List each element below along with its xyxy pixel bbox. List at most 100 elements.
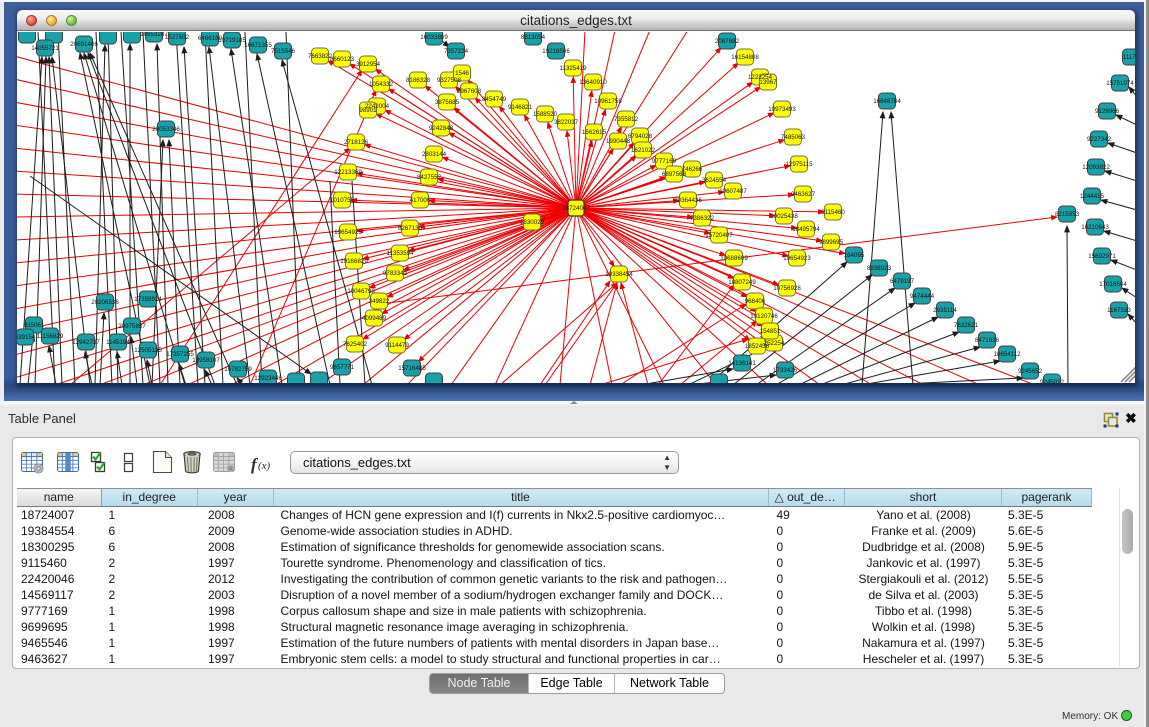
svg-text:1010755: 1010755	[330, 197, 355, 204]
svg-text:20691406: 20691406	[70, 41, 98, 48]
svg-text:6479197: 6479197	[890, 278, 915, 285]
svg-text:7632621: 7632621	[954, 322, 979, 329]
svg-text:9114479: 9114479	[385, 342, 409, 349]
svg-text:968406: 968406	[745, 298, 766, 305]
svg-text:8427552: 8427552	[417, 174, 442, 181]
svg-text:8215953: 8215953	[1055, 211, 1080, 218]
svg-text:16671355: 16671355	[244, 42, 272, 49]
svg-text:16033809: 16033809	[420, 34, 448, 41]
svg-text:9783342: 9783342	[383, 270, 408, 277]
svg-text:17357255: 17357255	[166, 351, 194, 358]
svg-text:12093822: 12093822	[1082, 164, 1110, 171]
svg-text:14136141: 14136141	[728, 360, 756, 367]
svg-text:3912954: 3912954	[356, 61, 381, 68]
svg-text:2967608: 2967608	[457, 88, 482, 95]
svg-text:10025438: 10025438	[770, 213, 798, 220]
svg-text:12942737: 12942737	[72, 339, 100, 346]
svg-text:8660123: 8660123	[330, 56, 355, 63]
svg-text:10120746: 10120746	[750, 313, 778, 320]
svg-text:12923446: 12923446	[254, 375, 282, 382]
svg-text:7663822: 7663822	[308, 53, 333, 60]
svg-text:1990448: 1990448	[606, 138, 631, 145]
svg-text:10688609: 10688609	[720, 255, 748, 262]
svg-text:8471626: 8471626	[975, 337, 1000, 344]
svg-text:7357224: 7357224	[444, 48, 469, 55]
svg-text:154851: 154851	[760, 328, 781, 335]
svg-text:11325419: 11325419	[559, 65, 587, 72]
svg-text:1244415: 1244415	[1080, 193, 1105, 200]
svg-text:835061: 835061	[24, 322, 45, 329]
svg-text:8267130: 8267130	[398, 225, 423, 232]
svg-text:20364436: 20364436	[674, 197, 702, 204]
svg-text:20053346: 20053346	[152, 126, 180, 133]
svg-text:19218506: 19218506	[542, 48, 570, 55]
svg-text:9242848: 9242848	[429, 125, 454, 132]
svg-text:11172: 11172	[1123, 54, 1135, 61]
svg-text:9115460: 9115460	[821, 209, 845, 216]
svg-text:16210643: 16210643	[1081, 224, 1109, 231]
svg-text:19166829: 19166829	[340, 258, 368, 265]
svg-text:19654925: 19654925	[334, 229, 362, 236]
svg-text:11353594: 11353594	[386, 250, 414, 257]
svg-text:13640910: 13640910	[579, 79, 607, 86]
svg-text:4099489: 4099489	[362, 315, 387, 322]
svg-text:10046798: 10046798	[347, 288, 375, 295]
svg-text:15720407: 15720407	[705, 232, 733, 239]
svg-text:1733426: 1733426	[773, 367, 798, 374]
svg-text:9327508: 9327508	[437, 77, 462, 84]
svg-text:10961758: 10961758	[594, 98, 622, 105]
svg-text:8938923: 8938923	[867, 265, 892, 272]
svg-text:6897568: 6897568	[662, 171, 687, 178]
svg-text:7625402: 7625402	[343, 341, 368, 348]
svg-text:1546: 1546	[455, 70, 469, 77]
svg-text:1527602: 1527602	[165, 34, 190, 41]
svg-text:(x): (x)	[258, 460, 271, 472]
svg-text:10958107: 10958107	[192, 357, 220, 364]
svg-text:1167533: 1167533	[1107, 307, 1131, 314]
svg-text:2803144: 2803144	[422, 151, 447, 158]
svg-text:2718126: 2718126	[344, 139, 369, 146]
svg-text:10756928: 10756928	[773, 285, 801, 292]
svg-text:9129966: 9129966	[1095, 108, 1120, 115]
svg-text:1562615: 1562615	[582, 129, 607, 136]
svg-text:252254: 252254	[764, 340, 785, 347]
svg-text:9657771: 9657771	[330, 364, 355, 371]
svg-text:1054332: 1054332	[369, 81, 394, 88]
svg-text:9474444: 9474444	[910, 293, 935, 300]
svg-text:7485063: 7485063	[781, 134, 806, 141]
svg-text:3624554: 3624554	[702, 177, 727, 184]
svg-text:16782759: 16782759	[224, 366, 252, 373]
svg-text:19338454: 19338454	[605, 271, 633, 278]
svg-text:8186328: 8186328	[406, 77, 431, 84]
svg-text:15751074: 15751074	[1106, 80, 1134, 87]
svg-text:17016504: 17016504	[1099, 281, 1127, 288]
svg-text:18724007: 18724007	[562, 205, 590, 212]
svg-text:164095: 164095	[844, 252, 865, 259]
svg-text:7386322: 7386322	[690, 215, 715, 222]
svg-text:7355812: 7355812	[614, 116, 639, 123]
svg-text:9463627: 9463627	[791, 191, 816, 198]
svg-text:15692971: 15692971	[1088, 253, 1116, 260]
svg-text:18495794: 18495794	[792, 226, 820, 233]
svg-text:9245012: 9245012	[1040, 379, 1065, 383]
svg-text:3822037: 3822037	[554, 119, 579, 126]
svg-text:2087682: 2087682	[715, 38, 740, 45]
svg-text:9146821: 9146821	[508, 104, 533, 111]
svg-text:7515546: 7515546	[271, 48, 296, 55]
svg-text:13967: 13967	[759, 79, 777, 86]
svg-text:18807249: 18807249	[728, 279, 756, 286]
svg-text:2935114: 2935114	[933, 307, 957, 314]
svg-text:1145194: 1145194	[106, 339, 130, 346]
svg-text:20206536: 20206536	[91, 299, 119, 306]
svg-text:1621022: 1621022	[631, 147, 656, 154]
svg-text:10719185: 10719185	[218, 37, 246, 44]
svg-text:11156829: 11156829	[37, 333, 64, 340]
svg-text:16154808: 16154808	[731, 54, 759, 61]
svg-text:9245652: 9245652	[1018, 368, 1043, 375]
svg-text:12975115: 12975115	[785, 161, 813, 168]
svg-text:10654112: 10654112	[993, 351, 1021, 358]
svg-text:1830029: 1830029	[520, 219, 545, 226]
svg-text:6794028: 6794028	[628, 133, 653, 140]
svg-text:9227342: 9227342	[1087, 136, 1112, 143]
svg-text:15716485: 15716485	[398, 365, 426, 372]
